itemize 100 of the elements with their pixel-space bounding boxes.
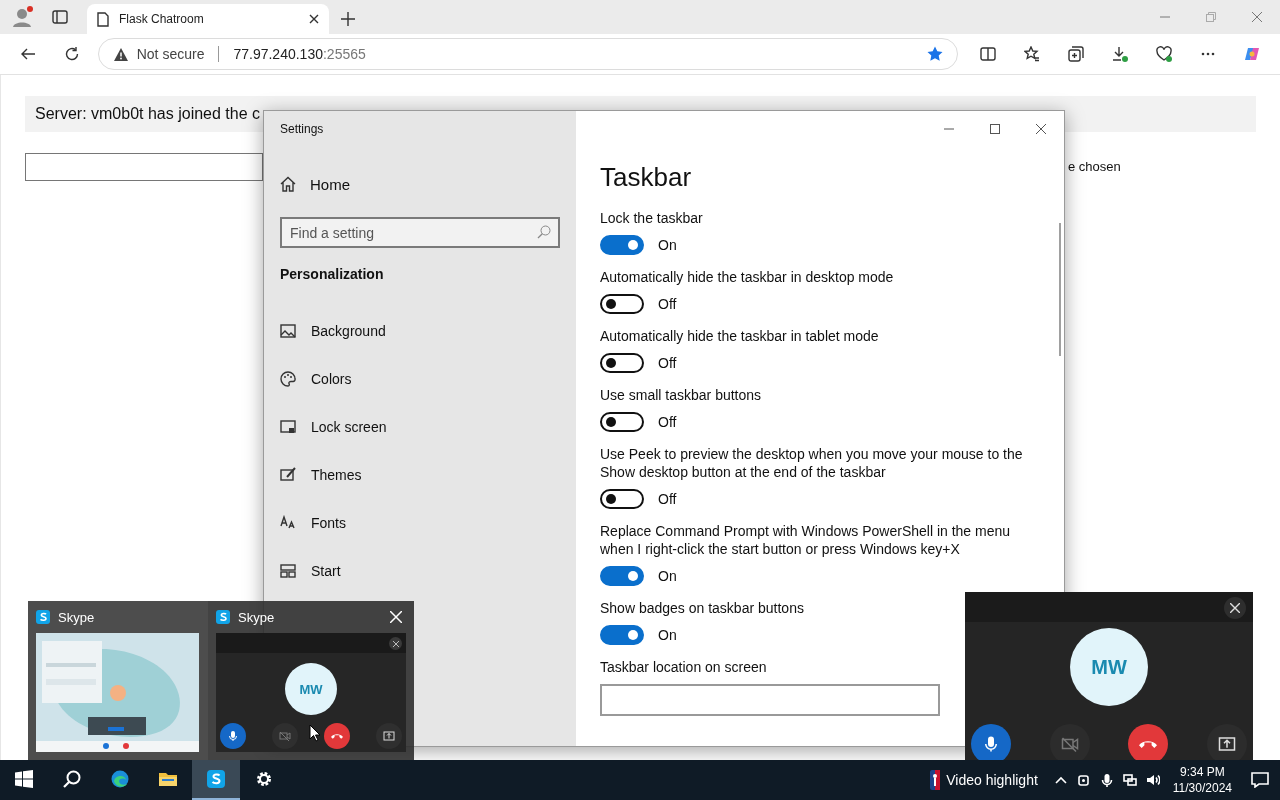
notification-icon[interactable]	[1251, 772, 1269, 788]
heart-icon	[1156, 46, 1172, 62]
split-screen-icon	[980, 46, 996, 62]
star-icon[interactable]	[927, 46, 943, 62]
hang-up-button[interactable]	[324, 723, 350, 749]
share-screen-icon	[1217, 735, 1236, 753]
microphone-icon	[1100, 773, 1115, 787]
picture-icon	[280, 323, 296, 339]
camera-button[interactable]	[1049, 724, 1090, 760]
setting-label: Taskbar location on screen	[600, 658, 768, 676]
browser-tab[interactable]: Flask Chatroom	[87, 4, 329, 34]
camera-off-icon	[1060, 735, 1079, 753]
collections-icon	[1068, 46, 1084, 62]
page-icon	[97, 11, 109, 27]
nav-item[interactable]: Fonts	[280, 499, 560, 547]
toggle-state: On	[658, 237, 677, 253]
avatar: MW	[1070, 628, 1148, 706]
toggle-switch[interactable]	[600, 235, 644, 255]
close-icon[interactable]	[309, 14, 319, 24]
section-heading: Personalization	[280, 266, 385, 282]
nav-item[interactable]: Lock screen	[280, 403, 560, 451]
dropdown-field[interactable]	[600, 684, 940, 716]
setting-label: Automatically hide the taskbar in tablet mode	[600, 327, 880, 345]
toggle-state: On	[658, 627, 677, 643]
toggle-state: On	[658, 568, 677, 584]
camera-off-icon	[279, 730, 291, 742]
screen-icon	[280, 419, 296, 435]
palette-icon	[280, 371, 296, 387]
phone-icon	[1139, 740, 1158, 748]
brush-icon	[280, 467, 296, 483]
gear-icon	[255, 770, 273, 788]
setting-label: Show badges on taskbar buttons	[600, 599, 805, 617]
home-icon	[280, 176, 296, 192]
volume-icon	[1146, 773, 1161, 787]
security-label: Not secure	[136, 46, 205, 62]
search-icon	[537, 225, 551, 239]
maximize-icon	[990, 123, 1000, 134]
microphone-icon	[227, 730, 239, 742]
close-icon	[1036, 123, 1046, 134]
preview-title: Skype	[238, 609, 276, 625]
back-icon	[19, 46, 36, 62]
warning-icon	[112, 46, 129, 62]
toggle-state: Off	[658, 414, 677, 430]
setting-label: Automatically hide the taskbar in desktop mode	[600, 268, 895, 286]
edge-icon	[111, 770, 129, 788]
hang-up-button[interactable]	[1128, 724, 1169, 760]
avatar: MW	[285, 663, 337, 715]
network-icon	[1123, 773, 1138, 787]
clock-date[interactable]: 11/30/2024	[1172, 780, 1232, 796]
nav-item[interactable]: Start	[280, 547, 560, 595]
skype-icon	[216, 610, 230, 624]
close-icon	[392, 640, 399, 647]
toggle-state: Off	[658, 355, 677, 371]
nav-item[interactable]: Colors	[280, 355, 560, 403]
share-button[interactable]	[1206, 724, 1247, 760]
download-icon	[1112, 46, 1128, 62]
close-icon	[1230, 603, 1240, 613]
setting-label: Use small taskbar buttons	[600, 386, 763, 404]
refresh-icon	[63, 46, 80, 62]
setting-label: Replace Command Prompt with Windows PowerShell in the menu when I right-click the start button or press Windows key+X	[600, 522, 1012, 558]
camera-icon	[1077, 773, 1092, 787]
plus-icon	[341, 12, 355, 26]
search-icon	[63, 770, 81, 788]
close-icon	[1252, 12, 1262, 22]
sports-logo-icon	[930, 770, 941, 790]
home-link[interactable]: Home	[310, 175, 350, 193]
scrollbar[interactable]	[1059, 223, 1061, 356]
nav-item[interactable]: Themes	[280, 451, 560, 499]
camera-button[interactable]	[272, 723, 298, 749]
microphone-button[interactable]	[220, 723, 246, 749]
phone-icon	[331, 733, 343, 739]
taskbar-app[interactable]	[192, 760, 240, 800]
preview-title: Skype	[58, 609, 96, 625]
address-bar[interactable]: Not secure 77.97.240.130:25565	[97, 38, 958, 70]
profile-icon[interactable]	[10, 5, 34, 29]
message-input[interactable]	[25, 153, 263, 181]
clock-time[interactable]: 9:34 PM	[1180, 764, 1225, 780]
copilot-icon	[1244, 46, 1260, 62]
nav-item[interactable]: Background	[280, 307, 560, 355]
microphone-button[interactable]	[971, 724, 1011, 760]
url-text: 77.97.240.130:25565	[233, 46, 367, 62]
toggle-switch[interactable]	[600, 566, 644, 586]
toggle-switch[interactable]	[600, 489, 644, 509]
search-field[interactable]: Find a setting	[280, 217, 560, 248]
close-icon	[390, 611, 402, 623]
windows-icon	[15, 770, 33, 788]
toggle-switch[interactable]	[600, 625, 644, 645]
skype-icon	[207, 770, 225, 788]
toggle-switch[interactable]	[600, 294, 644, 314]
skype-icon	[36, 610, 50, 624]
cursor-icon	[309, 724, 321, 742]
tab-actions-icon[interactable]	[52, 9, 68, 25]
microphone-icon	[982, 735, 1000, 753]
setting-label: Lock the taskbar	[600, 209, 704, 227]
restore-icon	[1206, 12, 1216, 22]
setting-label: Use Peek to preview the desktop when you move your mouse to the Show desktop button at the end of the taskbar	[600, 445, 1024, 481]
news-text[interactable]: Video highlight	[946, 772, 1038, 788]
share-screen-icon	[383, 730, 395, 742]
toggle-switch[interactable]	[600, 353, 644, 373]
toggle-switch[interactable]	[600, 412, 644, 432]
